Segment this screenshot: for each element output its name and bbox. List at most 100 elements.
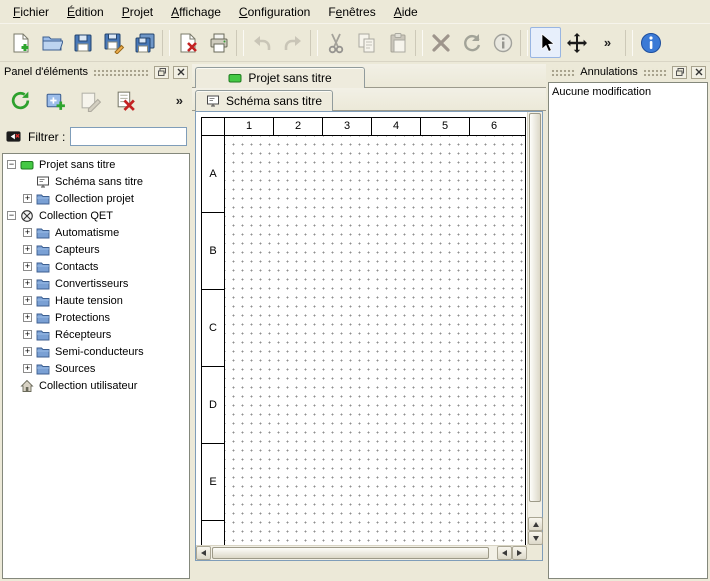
clear-filter-button[interactable] (5, 129, 23, 145)
toolbar-separator (625, 30, 633, 56)
tree-expander-minus-icon[interactable]: − (7, 160, 16, 169)
scroll-down-button[interactable] (528, 531, 543, 545)
tree-item-label: Récepteurs (54, 329, 111, 341)
close-document-button[interactable] (172, 27, 203, 58)
overflow-chevron-button[interactable]: » (592, 27, 623, 58)
float-icon (157, 67, 167, 77)
tree-expander-minus-icon[interactable]: − (7, 211, 16, 220)
rotate-button[interactable] (456, 27, 487, 58)
scroll-left-button[interactable] (196, 546, 211, 560)
tree-expander-plus-icon[interactable]: + (23, 330, 32, 339)
help-info-button[interactable] (635, 27, 666, 58)
vertical-scrollbar-track[interactable] (528, 112, 542, 517)
scroll-up-button[interactable] (528, 517, 543, 531)
tree-item-collection-projet[interactable]: + Collection projet (3, 190, 189, 207)
tree-expander-plus-icon[interactable]: + (23, 347, 32, 356)
tree-item-protections[interactable]: +Protections (3, 309, 189, 326)
paste-icon (387, 32, 409, 54)
save-all-icon (134, 32, 156, 54)
tree-expander-plus-icon[interactable]: + (23, 228, 32, 237)
close-panel-button[interactable] (691, 66, 706, 79)
print-button[interactable] (203, 27, 234, 58)
scroll-left-button-end[interactable] (497, 546, 512, 560)
schema-icon (206, 94, 220, 108)
menu-item-configuration[interactable]: Configuration (230, 1, 319, 23)
move-mode-button[interactable] (561, 27, 592, 58)
filter-input[interactable] (70, 127, 187, 146)
tree-expander-plus-icon[interactable]: + (23, 279, 32, 288)
menu-item-edition[interactable]: Édition (58, 1, 113, 23)
tree-item-haute-tension[interactable]: +Haute tension (3, 292, 189, 309)
dock-drag-grip[interactable] (92, 68, 150, 76)
folder-icon (36, 294, 54, 308)
sheet-column-3: 3 (322, 118, 371, 135)
tree-expander-plus-icon[interactable]: + (23, 245, 32, 254)
new-element-button[interactable] (40, 85, 70, 115)
tree-item-convertisseurs[interactable]: +Convertisseurs (3, 275, 189, 292)
tree-expander-plus-icon[interactable]: + (23, 364, 32, 373)
redo-button[interactable] (277, 27, 308, 58)
tree-item-capteurs[interactable]: +Capteurs (3, 241, 189, 258)
folder-icon (36, 226, 54, 240)
tree-item-collection-utilisateur[interactable]: Collection utilisateur (3, 377, 189, 394)
menu-item-fichier[interactable]: Fichier (4, 1, 58, 23)
close-panel-button[interactable] (173, 66, 188, 79)
save-as-icon (103, 32, 125, 54)
toolbar-separator (415, 30, 423, 56)
tree-item-schema-sans-titre[interactable]: Schéma sans titre (3, 173, 189, 190)
edit-element-icon (79, 89, 102, 112)
delete-button[interactable] (425, 27, 456, 58)
save-as-button[interactable] (98, 27, 129, 58)
dock-drag-grip[interactable] (550, 68, 576, 76)
save-all-button[interactable] (129, 27, 160, 58)
horizontal-scrollbar-thumb[interactable] (212, 547, 489, 559)
dock-drag-grip[interactable] (642, 68, 668, 76)
tree-item-semi-conducteurs[interactable]: +Semi-conducteurs (3, 343, 189, 360)
tree-expander-plus-icon[interactable]: + (23, 262, 32, 271)
panel-toolbar-overflow-button[interactable]: » (172, 93, 187, 108)
undo-history-list[interactable]: Aucune modification (548, 82, 708, 579)
cut-button[interactable] (320, 27, 351, 58)
edit-element-button[interactable] (75, 85, 105, 115)
open-folder-button[interactable] (36, 27, 67, 58)
tree-expander-plus-icon[interactable]: + (23, 296, 32, 305)
tree-item-collection-qet[interactable]: − Collection QET (3, 207, 189, 224)
tree-item-label: Collection projet (54, 193, 134, 205)
new-document-button[interactable] (5, 27, 36, 58)
tree-item-recepteurs[interactable]: + Récepteurs (3, 326, 189, 343)
paste-button[interactable] (382, 27, 413, 58)
vertical-scrollbar[interactable] (527, 112, 542, 545)
menu-item-affichage[interactable]: Affichage (162, 1, 230, 23)
horizontal-scrollbar-track[interactable] (211, 546, 497, 560)
tree-item-label: Collection QET (38, 210, 113, 222)
tree-item-contacts[interactable]: +Contacts (3, 258, 189, 275)
vertical-scrollbar-thumb[interactable] (529, 113, 541, 502)
folder-icon (36, 192, 54, 206)
undo-button[interactable] (246, 27, 277, 58)
qet-collection-icon (20, 209, 38, 223)
reload-button[interactable] (5, 85, 35, 115)
diagram-canvas[interactable]: 123456 ABCDE (196, 112, 527, 545)
tree-expander-plus-icon[interactable]: + (23, 313, 32, 322)
object-info-button[interactable] (487, 27, 518, 58)
sheet-grid-area[interactable] (225, 136, 525, 545)
tree-item-projet-sans-titre[interactable]: −Projet sans titre (3, 156, 189, 173)
tab-projet-sans-titre[interactable]: Projet sans titre (195, 67, 365, 88)
select-arrow-button[interactable] (530, 27, 561, 58)
tree-item-sources[interactable]: +Sources (3, 360, 189, 377)
save-button[interactable] (67, 27, 98, 58)
copy-button[interactable] (351, 27, 382, 58)
float-panel-button[interactable] (672, 66, 687, 79)
menu-item-aide[interactable]: Aide (385, 1, 427, 23)
float-panel-button[interactable] (154, 66, 169, 79)
open-folder-icon (41, 32, 63, 54)
menu-item-fenetres[interactable]: Fenêtres (319, 1, 384, 23)
tree-expander-plus-icon[interactable]: + (23, 194, 32, 203)
menu-item-projet[interactable]: Projet (113, 1, 162, 23)
delete-element-button[interactable] (110, 85, 140, 115)
scroll-right-button[interactable] (512, 546, 527, 560)
horizontal-scrollbar[interactable] (196, 545, 527, 560)
folder-icon (36, 243, 54, 257)
tree-item-automatisme[interactable]: +Automatisme (3, 224, 189, 241)
tab-schema-sans-titre[interactable]: Schéma sans titre (195, 90, 333, 111)
